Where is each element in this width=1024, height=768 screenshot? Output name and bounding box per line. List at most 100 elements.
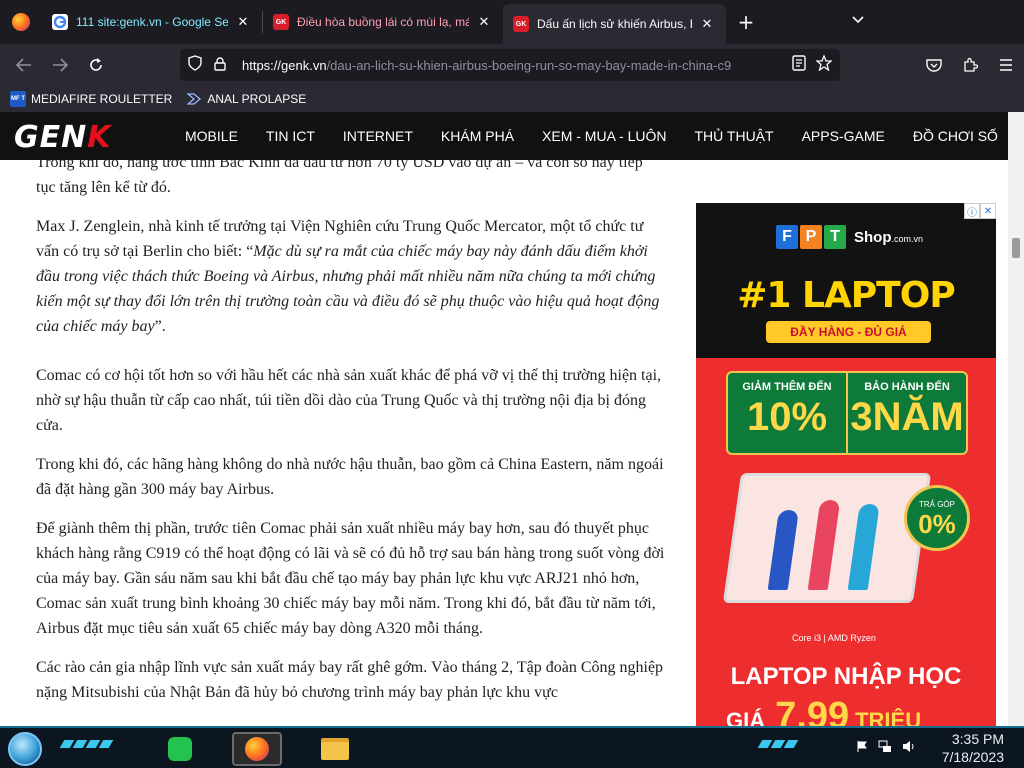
article-paragraph: Các rào cản gia nhập lĩnh vực sản xuất m… xyxy=(36,659,664,701)
tab-dau-an-active[interactable]: GK Dấu ấn lịch sử khiến Airbus, Boeing ✕ xyxy=(503,4,726,44)
article-body: Trong khi đó, hãng ước tính Bắc Kinh đã … xyxy=(36,160,666,719)
volume-icon[interactable] xyxy=(902,740,916,757)
ad-close-icon[interactable]: ✕ xyxy=(980,203,996,219)
fpt-letter: T xyxy=(824,225,846,249)
menu-item-xem-mua-luon[interactable]: XEM - MUA - LUÔN xyxy=(542,128,666,144)
fpt-letter: F xyxy=(776,225,798,249)
article-paragraph-quote: Max J. Zenglein, nhà kinh tế trưởng tại … xyxy=(36,214,666,339)
person-figure xyxy=(767,510,799,590)
deal-label: BẢO HÀNH ĐẾN xyxy=(864,381,950,393)
taskbar: 3:35 PM 7/18/2023 xyxy=(0,726,1024,768)
taskbar-firefox-app[interactable] xyxy=(232,732,282,766)
tab-dieu-hoa[interactable]: GK Điều hòa buồng lái có mùi lạ, máy bay… xyxy=(263,0,503,44)
back-button[interactable] xyxy=(6,49,42,81)
scrollbar-thumb[interactable] xyxy=(1012,238,1020,258)
page-content: Trong khi đó, hãng ước tính Bắc Kinh đã … xyxy=(0,160,1008,726)
menu-item-mobile[interactable]: MOBILE xyxy=(185,128,238,144)
bookmark-label: ANAL PROLAPSE xyxy=(207,92,307,106)
hamburger-menu-icon[interactable] xyxy=(988,49,1024,81)
folder-icon xyxy=(321,738,349,760)
bookmark-mediafire[interactable]: MF T MEDIAFIRE ROULETTER xyxy=(10,91,172,107)
ad-headline: #1 LAPTOP xyxy=(737,275,955,316)
pocket-icon[interactable] xyxy=(916,49,952,81)
badge-value: 0% xyxy=(918,509,956,539)
deal-discount: GIẢM THÊM ĐẾN 10% xyxy=(728,373,846,453)
tab-google-search[interactable]: 111 site:genk.vn - Google Search ✕ xyxy=(42,0,262,44)
firefox-menu-icon[interactable] xyxy=(0,0,42,44)
menu-item-tin-ict[interactable]: TIN ICT xyxy=(266,128,315,144)
ad-header: ⓘ ✕ F P T Shop.com.vn #1 LAPTOP ĐẦY HÀNG… xyxy=(696,203,996,358)
ad-bottom-title: LAPTOP NHẬP HỌC xyxy=(730,663,962,690)
system-tray xyxy=(856,740,926,757)
close-tab-icon[interactable]: ✕ xyxy=(698,16,716,32)
list-all-tabs-icon[interactable] xyxy=(852,12,864,28)
menu-item-do-choi-so[interactable]: ĐỒ CHƠI SỐ xyxy=(913,128,998,144)
page-scrollbar[interactable] xyxy=(1008,112,1024,726)
fpt-letter: P xyxy=(800,225,822,249)
tracking-protection-icon[interactable] xyxy=(188,55,208,75)
action-center-flag-icon[interactable] xyxy=(856,740,868,757)
article-paragraph: Trong khi đó, các hãng hàng không do nhà… xyxy=(36,456,664,498)
close-tab-icon[interactable]: ✕ xyxy=(475,14,493,30)
url-host: https://genk.vn xyxy=(242,57,327,73)
deal-value: 10% xyxy=(746,395,828,439)
fpt-shop-ad-banner[interactable]: ⓘ ✕ F P T Shop.com.vn #1 LAPTOP ĐẦY HÀNG… xyxy=(696,203,996,726)
taskbar-file-explorer[interactable] xyxy=(310,732,360,766)
ad-deals-box: GIẢM THÊM ĐẾN 10% BẢO HÀNH ĐẾN 3NĂM xyxy=(726,371,968,455)
genk-logo[interactable]: GENK xyxy=(14,120,111,155)
genk-icon: GK xyxy=(273,14,289,30)
clock-time: 3:35 PM xyxy=(951,731,1004,747)
ad-info-icon[interactable]: ⓘ xyxy=(964,203,980,219)
price-prefix: GIÁ xyxy=(726,708,766,726)
new-tab-button[interactable]: + xyxy=(726,0,766,44)
genk-icon: GK xyxy=(513,16,529,32)
menu-item-thu-thuat[interactable]: THỦ THUẬT xyxy=(695,128,774,144)
system-clock[interactable]: 3:35 PM 7/18/2023 xyxy=(942,730,1004,766)
ad-ribbon: ĐẦY HÀNG - ĐỦ GIÁ xyxy=(766,321,931,343)
ad-price: GIÁ 7,99 TRIỆU xyxy=(726,695,921,726)
url-path: /dau-an-lich-su-khien-airbus-boeing-run-… xyxy=(326,57,732,73)
tab-title: 111 site:genk.vn - Google Search xyxy=(76,15,228,29)
reader-view-icon[interactable] xyxy=(792,55,806,75)
site-header: GENK MOBILE TIN ICT INTERNET KHÁM PHÁ XE… xyxy=(0,112,1008,160)
fpt-shop-logo: F P T Shop.com.vn xyxy=(776,225,923,249)
article-paragraph: Trong khi đó, hãng ước tính Bắc Kinh đã … xyxy=(36,160,643,196)
menu-item-apps-game[interactable]: APPS-GAME xyxy=(802,128,885,144)
taskbar-decoration xyxy=(757,740,799,748)
taskbar-notes-app[interactable] xyxy=(155,732,205,766)
menu-item-kham-pha[interactable]: KHÁM PHÁ xyxy=(441,128,514,144)
notes-app-icon xyxy=(168,737,192,761)
article-paragraph: Comac có cơ hội tốt hơn so với hầu hết c… xyxy=(36,367,662,434)
ad-choices: ⓘ ✕ xyxy=(964,203,996,219)
close-tab-icon[interactable]: ✕ xyxy=(234,14,252,30)
navigation-toolbar: https://genk.vn/dau-an-lich-su-khien-air… xyxy=(0,44,1024,86)
tab-title: Dấu ấn lịch sử khiến Airbus, Boeing xyxy=(537,17,692,31)
chip-label: Core i3 | AMD Ryzen xyxy=(792,633,876,643)
deal-label: GIẢM THÊM ĐẾN xyxy=(742,381,832,393)
network-icon[interactable] xyxy=(878,740,892,757)
price-unit: TRIỆU xyxy=(855,708,922,726)
laptop-illustration xyxy=(722,473,932,603)
person-figure xyxy=(807,500,841,590)
installment-badge: TRẢ GÓP 0% xyxy=(904,485,970,551)
firefox-icon xyxy=(245,737,269,761)
start-button[interactable] xyxy=(8,732,42,766)
menu-item-internet[interactable]: INTERNET xyxy=(343,128,413,144)
price-value: 7,99 xyxy=(775,695,850,726)
google-icon xyxy=(52,14,68,30)
article-paragraph: Để giành thêm thị phần, trước tiên Comac… xyxy=(36,520,665,637)
url-text[interactable]: https://genk.vn/dau-an-lich-su-khien-air… xyxy=(242,58,782,73)
tab-strip: 111 site:genk.vn - Google Search ✕ GK Đi… xyxy=(0,0,1024,44)
reload-button[interactable] xyxy=(78,49,114,81)
address-bar[interactable]: https://genk.vn/dau-an-lich-su-khien-air… xyxy=(180,49,840,81)
forward-button[interactable] xyxy=(42,49,78,81)
shop-word: Shop xyxy=(854,228,892,246)
lock-icon[interactable] xyxy=(214,56,234,74)
deal-value: 3NĂM xyxy=(850,395,964,439)
extensions-icon[interactable] xyxy=(952,49,988,81)
bookmark-star-icon[interactable] xyxy=(815,54,833,75)
logo-text: GEN xyxy=(14,120,88,155)
bookmark-second[interactable]: ANAL PROLAPSE xyxy=(186,91,306,107)
shop-suffix: .com.vn xyxy=(891,233,924,244)
logo-accent: K xyxy=(87,120,112,155)
